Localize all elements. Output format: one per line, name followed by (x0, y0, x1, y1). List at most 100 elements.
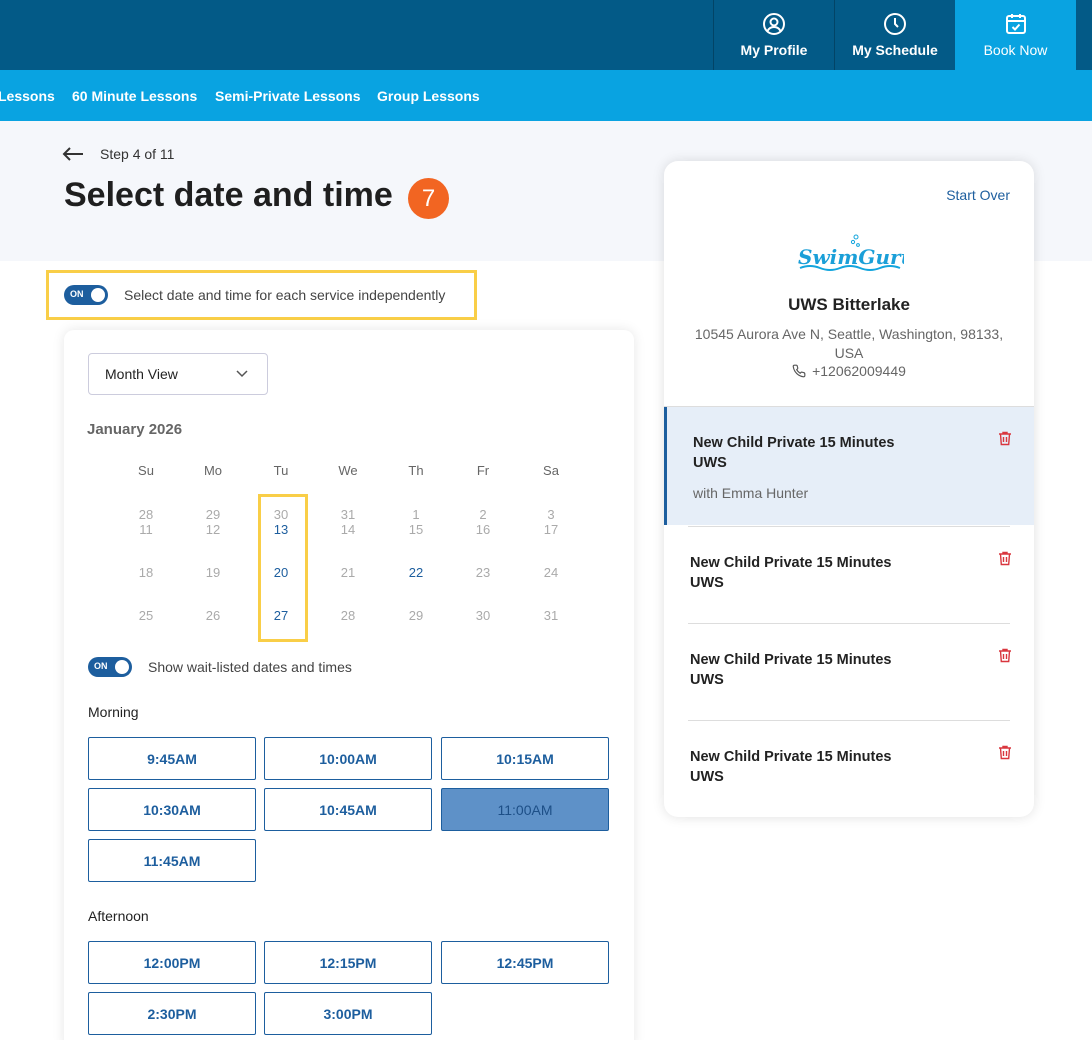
calendar-day: 11 (139, 522, 153, 537)
time-slot-button[interactable]: 10:45AM (264, 788, 432, 831)
my-profile-label: My Profile (740, 42, 808, 58)
calendar-day: 3 (547, 507, 555, 522)
tuesday-column-highlight (258, 494, 308, 642)
my-schedule-label: My Schedule (852, 42, 938, 58)
service-name: New Child Private 15 Minutes (693, 435, 895, 451)
service-location: UWS (690, 672, 724, 688)
calendar-day: 31 (543, 608, 559, 623)
calendar-day: 14 (340, 522, 356, 537)
top-nav: My Profile My Schedule Book Now (713, 0, 1076, 70)
phone-icon (792, 364, 806, 378)
chevron-down-icon (236, 370, 248, 378)
location-address: 10545 Aurora Ave N, Seattle, Washington,… (694, 326, 1004, 361)
calendar-day: 15 (408, 522, 424, 537)
group-lessons-link[interactable]: Group Lessons (377, 88, 480, 104)
calendar-day: 28 (340, 608, 356, 623)
calendar-day: 12 (205, 522, 221, 537)
weekday-label: Sa (543, 463, 559, 478)
calendar-day: 29 (205, 507, 221, 522)
time-slot-button[interactable]: 10:30AM (88, 788, 256, 831)
service-location: UWS (690, 769, 724, 785)
independent-selection-label: Select date and time for each service in… (124, 287, 446, 303)
calendar-day: 24 (543, 565, 559, 580)
calendar-day: 25 (138, 608, 154, 623)
time-slot-button[interactable]: 12:45PM (441, 941, 609, 984)
toggle-state: ON (70, 289, 84, 299)
service-item[interactable]: New Child Private 15 Minutes UWS (664, 527, 1034, 623)
step-text: Step 4 of 11 (100, 146, 175, 162)
phone-number: +12062009449 (812, 363, 906, 379)
calendar-day-available[interactable]: 22 (396, 565, 436, 580)
view-select[interactable]: Month View (88, 353, 268, 395)
semi-private-lessons-link[interactable]: Semi-Private Lessons (215, 88, 361, 104)
step-badge: 7 (408, 178, 449, 219)
trash-icon[interactable] (998, 551, 1012, 566)
clock-icon (884, 13, 906, 35)
time-slot-button[interactable]: 3:00PM (264, 992, 432, 1035)
time-slot-button[interactable]: 11:45AM (88, 839, 256, 882)
calendar-day: 18 (138, 565, 154, 580)
location-name: UWS Bitterlake (788, 295, 910, 314)
time-slot-button[interactable]: 2:30PM (88, 992, 256, 1035)
trash-icon[interactable] (998, 648, 1012, 663)
service-title: New Child Private 15 Minutes UWS (690, 747, 920, 787)
weekday-label: Su (138, 463, 154, 478)
service-name: New Child Private 15 Minutes (690, 749, 892, 765)
weekday-label: Th (408, 463, 424, 478)
time-slot-button[interactable]: 10:00AM (264, 737, 432, 780)
book-now-button[interactable]: Book Now (955, 0, 1076, 70)
time-slot-button[interactable]: 9:45AM (88, 737, 256, 780)
trash-icon[interactable] (998, 745, 1012, 760)
my-schedule-button[interactable]: My Schedule (834, 0, 955, 70)
view-select-value: Month View (105, 366, 178, 382)
calendar-day: 30 (475, 608, 491, 623)
calendar-day: 31 (340, 507, 356, 522)
weekday-label: Fr (476, 463, 490, 478)
time-slot-button[interactable]: 10:15AM (441, 737, 609, 780)
calendar-day: 17 (543, 522, 559, 537)
toggle-knob (115, 660, 129, 674)
independent-selection-toggle[interactable]: ON (64, 285, 108, 305)
month-label: January 2026 (87, 421, 183, 438)
time-slot-button[interactable]: 12:15PM (264, 941, 432, 984)
calendar-day: 21 (340, 565, 356, 580)
service-item-selected[interactable]: New Child Private 15 Minutes UWS with Em… (664, 407, 1034, 525)
afternoon-label: Afternoon (88, 908, 149, 924)
time-slot-button-selected[interactable]: 11:00AM (441, 788, 609, 831)
calendar-day: 16 (475, 522, 491, 537)
profile-icon (763, 13, 785, 35)
start-over-link[interactable]: Start Over (946, 187, 1010, 203)
calendar-check-icon (1005, 14, 1026, 34)
service-item[interactable]: New Child Private 15 Minutes UWS (664, 721, 1034, 817)
calendar-day: 26 (205, 608, 221, 623)
service-title: New Child Private 15 Minutes UWS (690, 553, 920, 593)
independent-selection-row: ON Select date and time for each service… (46, 270, 477, 320)
my-profile-button[interactable]: My Profile (713, 0, 834, 70)
back-arrow-icon[interactable] (62, 147, 84, 161)
service-instructor: with Emma Hunter (693, 485, 809, 501)
toggle-state: ON (94, 661, 108, 671)
service-item[interactable]: New Child Private 15 Minutes UWS (664, 624, 1034, 720)
waitlist-toggle[interactable]: ON (88, 657, 132, 677)
service-location: UWS (690, 575, 724, 591)
60-minute-lessons-link[interactable]: 60 Minute Lessons (72, 88, 197, 104)
lessons-link[interactable]: Lessons (0, 88, 55, 104)
service-name: New Child Private 15 Minutes (690, 555, 892, 571)
location-phone: +12062009449 (664, 363, 1034, 379)
lesson-type-nav: Lessons 60 Minute Lessons Semi-Private L… (0, 70, 1092, 121)
waitlist-label: Show wait-listed dates and times (148, 659, 352, 675)
toggle-knob (91, 288, 105, 302)
weekday-label: Tu (273, 463, 289, 478)
calendar-day: 1 (412, 507, 420, 522)
swimguru-logo: SwimGuru (798, 234, 904, 271)
calendar-day: 28 (138, 507, 154, 522)
trash-icon[interactable] (998, 431, 1012, 446)
service-location: UWS (693, 455, 727, 471)
service-title: New Child Private 15 Minutes UWS (693, 433, 923, 473)
calendar-day: 2 (479, 507, 487, 522)
calendar-day: 19 (205, 565, 221, 580)
weekday-label: Mo (203, 463, 223, 478)
time-slot-button[interactable]: 12:00PM (88, 941, 256, 984)
step-indicator: Step 4 of 11 (62, 146, 174, 162)
weekday-label: We (338, 463, 358, 478)
